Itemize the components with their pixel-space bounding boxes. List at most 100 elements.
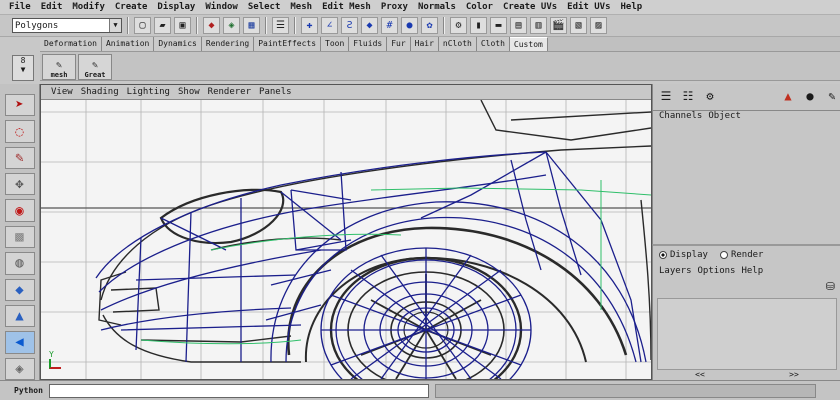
shelf-tab-rendering[interactable]: Rendering xyxy=(201,37,255,51)
clapboard-icon[interactable]: 🎬 xyxy=(550,17,567,34)
attribute-editor-toggle-icon[interactable]: ☷ xyxy=(679,87,697,105)
snap-curve-icon[interactable]: ∠ xyxy=(321,17,338,34)
display-layer-radio[interactable]: Display xyxy=(659,250,708,260)
model-viewport[interactable]: View Shading Lighting Show Renderer Pane… xyxy=(40,84,652,380)
layer-menu-layers[interactable]: Layers xyxy=(659,266,692,276)
menu-edit[interactable]: Edit xyxy=(36,2,68,12)
render-icon[interactable]: ▮ xyxy=(470,17,487,34)
menu-create[interactable]: Create xyxy=(110,2,153,12)
axis-gizmo-icon xyxy=(49,359,61,369)
shelf-menu-button[interactable]: 8 ▼ xyxy=(12,55,34,81)
menu-set-dropdown[interactable]: Polygons ▼ xyxy=(12,18,122,33)
input-line-icon[interactable]: ☰ xyxy=(272,17,289,34)
shelf-tab-toon[interactable]: Toon xyxy=(321,37,350,51)
menu-normals[interactable]: Normals xyxy=(413,2,461,12)
save-scene-icon[interactable]: ▣ xyxy=(174,17,191,34)
layer-list[interactable] xyxy=(657,298,837,370)
shelf-tab-dynamics[interactable]: Dynamics xyxy=(154,37,202,51)
viewport-menu-panels[interactable]: Panels xyxy=(255,87,296,97)
paint-select-tool-button[interactable]: ✎ xyxy=(4,146,35,170)
snap-point-icon[interactable]: Ƨ xyxy=(341,17,358,34)
rotate-icon: ◉ xyxy=(15,202,24,219)
render-layer-radio[interactable]: Render xyxy=(719,250,763,260)
history-icon[interactable]: ✿ xyxy=(421,17,438,34)
snap-live-icon[interactable]: # xyxy=(381,17,398,34)
shelf-tab-fluids[interactable]: Fluids xyxy=(349,37,388,51)
shelf-tab-cloth[interactable]: Cloth xyxy=(476,37,510,51)
shelf-button-mesh[interactable]: ✎ mesh xyxy=(42,54,76,80)
menu-display[interactable]: Display xyxy=(152,2,200,12)
command-line: Python xyxy=(0,380,840,400)
axis-gizmo: Y xyxy=(49,350,61,369)
snap-plane-icon[interactable]: ◆ xyxy=(361,17,378,34)
shelf-menu-label: 8 xyxy=(20,56,26,65)
shapes-icon[interactable]: ▲ xyxy=(779,87,797,105)
outliner-layout-button[interactable]: ◈ xyxy=(4,357,35,380)
select-object-icon[interactable]: ◈ xyxy=(223,17,240,34)
separator xyxy=(265,17,267,34)
construction-icon[interactable]: ⚙ xyxy=(450,17,467,34)
move-tool-button[interactable]: ✥ xyxy=(4,173,35,196)
snap-view-icon[interactable]: ● xyxy=(401,17,418,34)
snap-grid-icon[interactable]: ✚ xyxy=(301,17,318,34)
channel-box-menu-channels[interactable]: Channels xyxy=(659,111,708,124)
viewport-menu-lighting[interactable]: Lighting xyxy=(123,87,174,97)
open-scene-icon[interactable]: ▰ xyxy=(154,17,171,34)
layer-menu-options[interactable]: Options xyxy=(698,266,736,276)
manipulator-tool-button[interactable]: ◍ xyxy=(4,252,35,275)
ipr-icon[interactable]: ▬ xyxy=(490,17,507,34)
sphere-icon[interactable]: ● xyxy=(801,87,819,105)
status-line: Polygons ▼ ▢ ▰ ▣ ◆ ◈ ▦ ☰ ✚ ∠ Ƨ ◆ # ● ✿ ⚙… xyxy=(0,15,840,37)
shelf-tab-animation[interactable]: Animation xyxy=(101,37,155,51)
rotate-tool-button[interactable]: ◉ xyxy=(4,199,35,222)
menu-modify[interactable]: Modify xyxy=(67,2,110,12)
viewport-menu-view[interactable]: View xyxy=(47,87,77,97)
render-view-icon[interactable]: ▧ xyxy=(570,17,587,34)
menu-help[interactable]: Help xyxy=(616,2,648,12)
soft-mod-tool-button[interactable]: ◆ xyxy=(4,278,35,301)
menu-color[interactable]: Color xyxy=(461,2,498,12)
menu-window[interactable]: Window xyxy=(200,2,243,12)
tool-settings-toggle-icon[interactable]: ⚙ xyxy=(701,87,719,105)
channel-box-toggle-icon[interactable]: ☰ xyxy=(657,87,675,105)
layout-stack-icon: ◈ xyxy=(15,360,24,377)
brush-icon[interactable]: ✎ xyxy=(823,87,840,105)
menu-proxy[interactable]: Proxy xyxy=(376,2,413,12)
menu-create-uvs[interactable]: Create UVs xyxy=(498,2,562,12)
shelf-tab-deformation[interactable]: Deformation xyxy=(40,37,102,51)
viewport-canvas[interactable] xyxy=(41,100,651,379)
main-menu-bar: File Edit Modify Create Display Window S… xyxy=(0,0,840,15)
hypershade-icon[interactable]: ▥ xyxy=(530,17,547,34)
menu-edit-mesh[interactable]: Edit Mesh xyxy=(317,2,376,12)
layer-menu-help[interactable]: Help xyxy=(741,266,763,276)
new-layer-icon[interactable]: ⛁ xyxy=(826,280,835,296)
menu-file[interactable]: File xyxy=(4,2,36,12)
command-input[interactable] xyxy=(48,383,429,398)
shelf-tab-custom[interactable]: Custom xyxy=(509,37,548,51)
select-component-icon[interactable]: ▦ xyxy=(243,17,260,34)
viewport-menu-show[interactable]: Show xyxy=(174,87,204,97)
new-scene-icon[interactable]: ▢ xyxy=(134,17,151,34)
single-perspective-layout-button[interactable]: ▲ xyxy=(4,304,35,328)
layout-single-icon: ▲ xyxy=(15,308,24,325)
command-language-label[interactable]: Python xyxy=(14,386,43,395)
select-hierarchy-icon[interactable]: ◆ xyxy=(203,17,220,34)
menu-edit-uvs[interactable]: Edit UVs xyxy=(562,2,615,12)
lasso-tool-button[interactable]: ◌ xyxy=(4,120,35,143)
viewport-menu-renderer[interactable]: Renderer xyxy=(204,87,255,97)
menu-mesh[interactable]: Mesh xyxy=(285,2,317,12)
shelf-tab-hair[interactable]: Hair xyxy=(410,37,439,51)
channel-box-menu-object[interactable]: Object xyxy=(708,111,747,124)
menu-select[interactable]: Select xyxy=(243,2,286,12)
shelf-button-great[interactable]: ✎ Great xyxy=(78,54,112,80)
shelf-tab-fur[interactable]: Fur xyxy=(387,37,411,51)
select-tool-button[interactable]: ➤ xyxy=(4,94,35,117)
viewport-menu-shading[interactable]: Shading xyxy=(77,87,123,97)
scale-tool-button[interactable]: ▩ xyxy=(4,225,35,249)
shelf-tab-ncloth[interactable]: nCloth xyxy=(438,37,477,51)
shelf-tab-painteffects[interactable]: PaintEffects xyxy=(254,37,322,51)
channel-box-list[interactable] xyxy=(657,124,837,242)
layout-icon[interactable]: ▨ xyxy=(590,17,607,34)
perspective-layout-button[interactable]: ◀ xyxy=(4,331,35,354)
render-settings-icon[interactable]: ▤ xyxy=(510,17,527,34)
